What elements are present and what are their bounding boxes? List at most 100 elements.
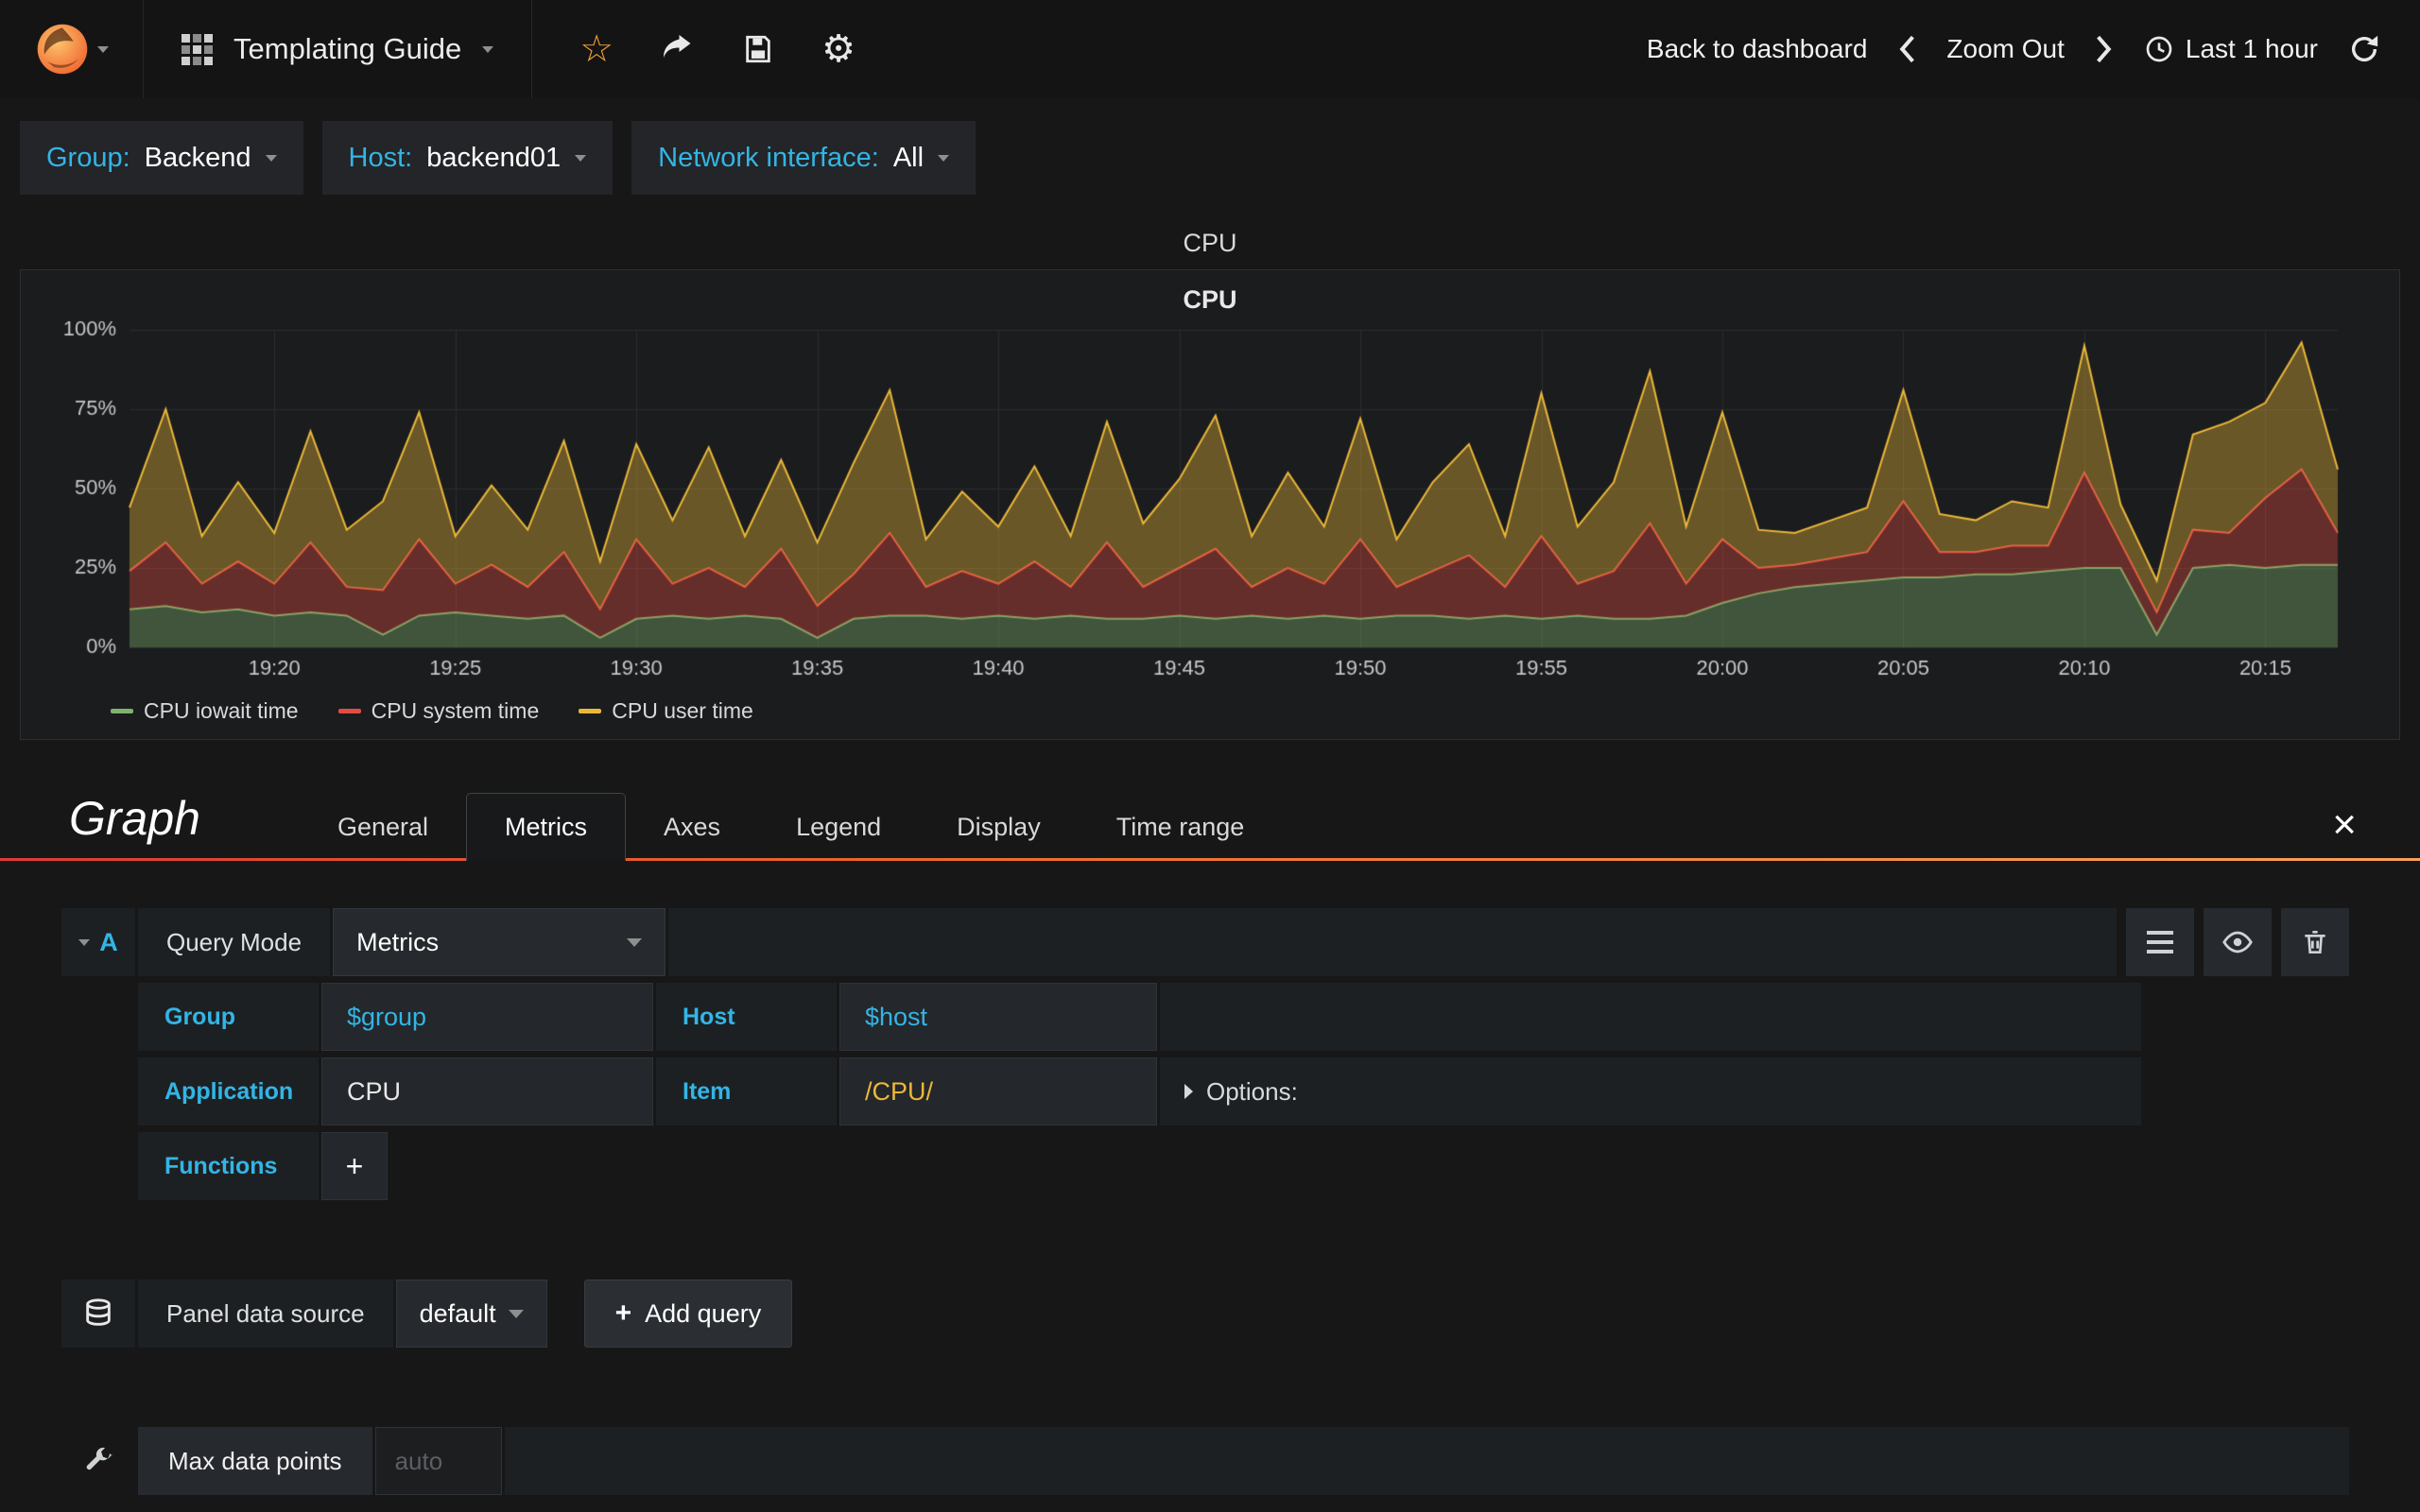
wrench-icon — [86, 1447, 112, 1470]
options-label: Options: — [1206, 1076, 1298, 1106]
query-field-row-2: Application CPU Item /CPU/ Options: — [138, 1057, 2141, 1125]
application-field-label: Application — [138, 1057, 319, 1125]
database-icon — [86, 1298, 111, 1326]
collapse-caret-icon — [78, 938, 91, 946]
chevron-down-icon — [265, 154, 277, 162]
query-letter: A — [99, 927, 118, 956]
cpu-graph-canvas[interactable] — [40, 317, 2380, 695]
zoom-out-button[interactable]: Zoom Out — [1946, 34, 2064, 64]
datasource-label: Panel data source — [138, 1280, 393, 1348]
panel-editor: Graph General Metrics Axes Legend Displa… — [0, 791, 2420, 1495]
item-field-value[interactable]: /CPU/ — [839, 1057, 1157, 1125]
datasource-value: default — [419, 1298, 496, 1328]
item-field-label: Item — [656, 1057, 837, 1125]
variable-group[interactable]: Group: Backend — [20, 121, 303, 195]
chevron-left-icon[interactable] — [1897, 34, 1916, 64]
dashboard-title-caret-icon — [482, 45, 494, 53]
legend-swatch — [579, 709, 602, 713]
chevron-right-icon[interactable] — [2095, 34, 2114, 64]
query-menu-button[interactable] — [2126, 908, 2194, 976]
dashboard-grid-icon — [182, 33, 213, 65]
tab-legend[interactable]: Legend — [758, 794, 919, 861]
gear-icon[interactable]: ⚙ — [821, 30, 856, 68]
close-editor-icon[interactable]: × — [2332, 804, 2377, 861]
panel-type-title: Graph — [69, 792, 200, 845]
legend-swatch — [337, 709, 361, 713]
editor-body: A Query Mode Metrics Group $group Host $… — [0, 861, 2420, 1495]
add-query-button[interactable]: + Add query — [583, 1280, 793, 1348]
variable-group-label: Group: — [46, 142, 130, 173]
trash-icon — [2305, 931, 2325, 954]
chevron-down-icon — [938, 154, 950, 162]
chevron-down-icon — [508, 1309, 524, 1318]
dashboard-title[interactable]: Templating Guide — [144, 0, 533, 98]
variable-host[interactable]: Host: backend01 — [321, 121, 614, 195]
tab-time-range[interactable]: Time range — [1079, 794, 1283, 861]
legend-label: CPU iowait time — [144, 698, 299, 723]
query-field-row-1: Group $group Host $host — [138, 983, 2141, 1051]
cpu-graph-panel: CPU CPU iowait time CPU system time CPU us… — [20, 269, 2400, 740]
tab-metrics[interactable]: Metrics — [466, 793, 627, 861]
wrench-icon-cell — [61, 1427, 135, 1495]
functions-label: Functions — [138, 1132, 319, 1200]
add-function-button[interactable]: + — [321, 1132, 388, 1200]
query-row-filler — [668, 908, 2117, 976]
max-data-points-input[interactable] — [374, 1427, 502, 1495]
plus-icon: + — [614, 1297, 632, 1329]
back-to-dashboard-button[interactable]: Back to dashboard — [1647, 34, 1868, 64]
max-data-points-row: Max data points — [61, 1427, 2349, 1495]
legend-label: CPU user time — [612, 698, 753, 723]
host-field-label: Host — [656, 983, 837, 1051]
variable-netif[interactable]: Network interface: All — [631, 121, 977, 195]
save-icon[interactable] — [742, 33, 774, 65]
query-toggle-visibility-button[interactable] — [2204, 908, 2272, 976]
tab-general[interactable]: General — [300, 794, 466, 861]
max-data-points-label: Max data points — [138, 1427, 372, 1495]
menu-icon — [2147, 931, 2173, 954]
grafana-logo-icon — [37, 24, 87, 75]
tab-display[interactable]: Display — [919, 794, 1079, 861]
chevron-down-icon — [627, 937, 643, 947]
options-toggle[interactable]: Options: — [1160, 1057, 2141, 1125]
panel-title[interactable]: CPU — [21, 270, 2399, 317]
query-row-a: A Query Mode Metrics — [61, 908, 2349, 976]
query-collapse-toggle[interactable]: A — [61, 908, 135, 976]
caret-right-icon — [1184, 1084, 1193, 1099]
navbar-actions: ☆ ⚙ — [532, 0, 903, 98]
dashboard-title-text: Templating Guide — [233, 32, 462, 65]
row-title: CPU — [1183, 229, 1237, 257]
add-query-label: Add query — [645, 1298, 762, 1328]
navbar: Templating Guide ☆ ⚙ Back to dashboard Z… — [0, 0, 2420, 98]
editor-tabs: General Metrics Axes Legend Display Time… — [300, 793, 1282, 861]
refresh-icon[interactable] — [2348, 33, 2380, 65]
tab-axes[interactable]: Axes — [626, 794, 758, 861]
datasource-select[interactable]: default — [395, 1280, 547, 1348]
group-field-value[interactable]: $group — [321, 983, 653, 1051]
eye-icon — [2222, 931, 2253, 954]
variable-host-label: Host: — [348, 142, 413, 173]
datasource-icon-cell — [61, 1280, 135, 1348]
logo-caret-icon — [96, 45, 109, 53]
grafana-logo[interactable] — [0, 0, 144, 98]
clock-icon — [2146, 36, 2172, 62]
chevron-down-icon — [575, 154, 587, 162]
variable-netif-label: Network interface: — [658, 142, 879, 173]
application-field-value[interactable]: CPU — [321, 1057, 653, 1125]
time-range-picker[interactable]: Last 1 hour — [2144, 34, 2318, 64]
legend-item[interactable]: CPU user time — [579, 698, 753, 724]
editor-header: Graph General Metrics Axes Legend Displa… — [0, 791, 2420, 861]
template-variable-bar: Group: Backend Host: backend01 Network i… — [0, 98, 2420, 212]
query-mode-select[interactable]: Metrics — [333, 908, 666, 976]
mdp-row-filler — [504, 1427, 2349, 1495]
legend-item[interactable]: CPU system time — [337, 698, 540, 724]
query-delete-button[interactable] — [2281, 908, 2349, 976]
functions-row: Functions + — [138, 1132, 2141, 1200]
field-row-filler — [1160, 983, 2141, 1051]
query-mode-label: Query Mode — [138, 908, 331, 976]
group-field-label: Group — [138, 983, 319, 1051]
legend-item[interactable]: CPU iowait time — [111, 698, 299, 724]
host-field-value[interactable]: $host — [839, 983, 1157, 1051]
star-icon[interactable]: ☆ — [579, 30, 614, 68]
legend-label: CPU system time — [371, 698, 540, 723]
share-icon[interactable] — [661, 32, 695, 66]
